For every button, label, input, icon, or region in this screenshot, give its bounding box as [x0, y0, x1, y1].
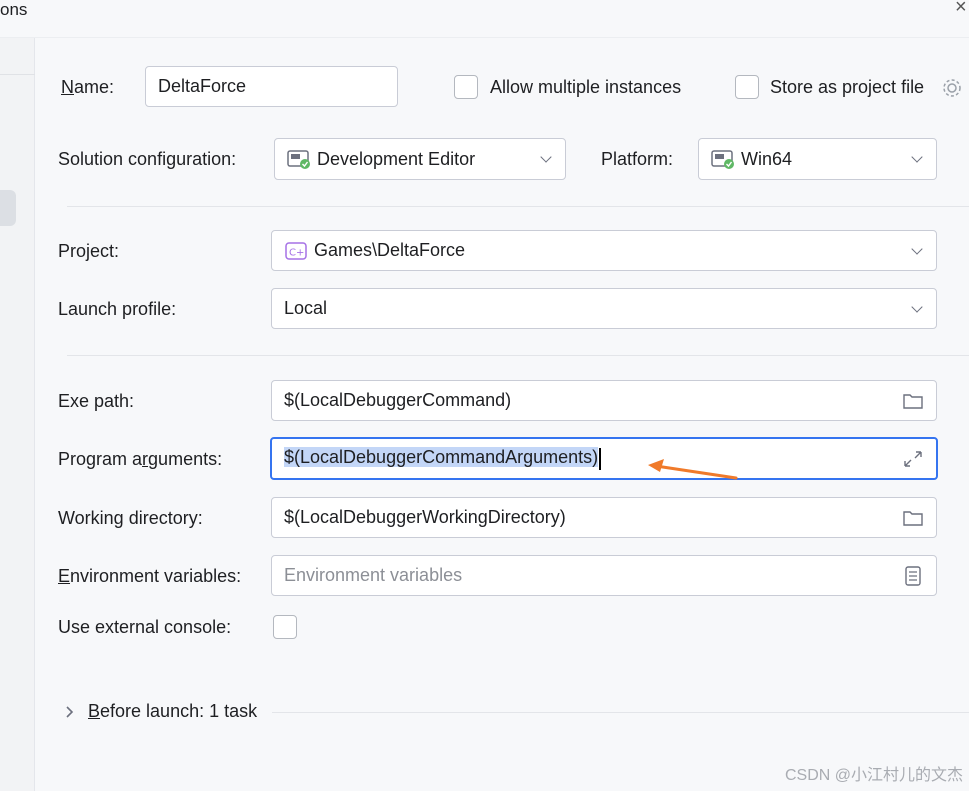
use-external-console-checkbox[interactable] — [273, 615, 297, 639]
cpp-project-icon: C+ — [285, 241, 307, 260]
folder-icon[interactable] — [902, 508, 924, 528]
environment-variables-label: Environment variables: — [58, 566, 241, 587]
chevron-right-icon[interactable] — [63, 703, 77, 718]
working-directory-label: Working directory: — [58, 508, 203, 528]
name-input-value: DeltaForce — [158, 76, 247, 96]
document-icon[interactable] — [902, 565, 924, 586]
project-label: Project: — [58, 241, 120, 261]
sidebar-divider — [0, 74, 35, 75]
gear-icon[interactable] — [940, 76, 964, 100]
store-as-project-file-checkbox[interactable] — [735, 75, 759, 99]
program-arguments-text: $(LocalDebuggerCommandArguments) — [284, 447, 902, 470]
text-caret — [599, 447, 601, 470]
exe-path-value: $(LocalDebuggerCommand) — [284, 390, 512, 410]
name-label-rest: ame: — [74, 77, 115, 97]
use-external-console-label: Use external console: — [58, 617, 232, 637]
program-arguments-value: $(LocalDebuggerCommandArguments) — [284, 447, 599, 468]
working-directory-value: $(LocalDebuggerWorkingDirectory) — [284, 507, 566, 527]
platform-value: Win64 — [741, 148, 793, 169]
project-value: Games\DeltaForce — [314, 240, 466, 260]
environment-variables-label-rest: nvironment variables: — [70, 566, 242, 586]
launch-profile-label: Launch profile: — [58, 299, 177, 319]
platform-dropdown[interactable]: Win64 — [698, 138, 937, 180]
program-arguments-label-start: Program a — [58, 449, 143, 469]
window-title: ons — [0, 0, 28, 19]
name-label: Name: — [61, 77, 114, 98]
project-dropdown[interactable]: C+ Games\DeltaForce — [271, 230, 937, 271]
program-arguments-label: Program arguments: — [58, 449, 222, 470]
environment-variables-input[interactable]: Environment variables — [271, 555, 937, 596]
environment-variables-placeholder: Environment variables — [284, 565, 463, 585]
store-as-project-file-label: Store as project file — [770, 77, 925, 97]
exe-path-label: Exe path: — [58, 391, 135, 411]
name-input[interactable]: DeltaForce — [145, 66, 398, 107]
chevron-down-icon — [910, 152, 924, 166]
before-launch-mnemonic: B — [88, 701, 101, 721]
sidebar-selected-item[interactable] — [0, 190, 16, 226]
close-icon[interactable]: × — [955, 0, 967, 19]
watermark: CSDN @小江村儿的文杰 — [784, 767, 963, 784]
launch-profile-value: Local — [284, 298, 328, 318]
solution-configuration-label: Solution configuration: — [58, 149, 237, 169]
program-arguments-label-end: guments: — [148, 449, 223, 469]
program-arguments-input[interactable]: $(LocalDebuggerCommandArguments) — [270, 437, 938, 480]
before-launch-divider — [272, 712, 969, 713]
allow-multiple-instances-label: Allow multiple instances — [490, 77, 682, 97]
annotation-arrow — [648, 459, 738, 480]
section-divider — [67, 206, 969, 207]
window-titlebar — [0, 0, 969, 38]
svg-text:C+: C+ — [289, 247, 304, 258]
chevron-down-icon — [910, 244, 924, 258]
config-list-sidebar — [0, 38, 35, 791]
folder-icon[interactable] — [902, 391, 924, 411]
expand-icon[interactable] — [902, 449, 924, 469]
name-label-mnemonic: N — [61, 77, 74, 97]
environment-variables-label-mnemonic: E — [58, 566, 71, 586]
working-directory-input[interactable]: $(LocalDebuggerWorkingDirectory) — [271, 497, 937, 538]
chevron-down-icon — [910, 302, 924, 316]
configuration-icon — [287, 150, 310, 169]
launch-profile-dropdown[interactable]: Local — [271, 288, 937, 329]
platform-icon — [711, 150, 734, 169]
chevron-down-icon — [539, 152, 553, 166]
allow-multiple-instances-checkbox[interactable] — [454, 75, 478, 99]
platform-label: Platform: — [601, 149, 674, 169]
solution-configuration-value: Development Editor — [317, 148, 476, 169]
exe-path-input[interactable]: $(LocalDebuggerCommand) — [271, 380, 937, 421]
solution-configuration-dropdown[interactable]: Development Editor — [274, 138, 566, 180]
before-launch-toggle[interactable]: Before launch: 1 task — [88, 701, 257, 722]
section-divider — [67, 355, 969, 356]
before-launch-label: efore launch: 1 task — [100, 701, 258, 721]
